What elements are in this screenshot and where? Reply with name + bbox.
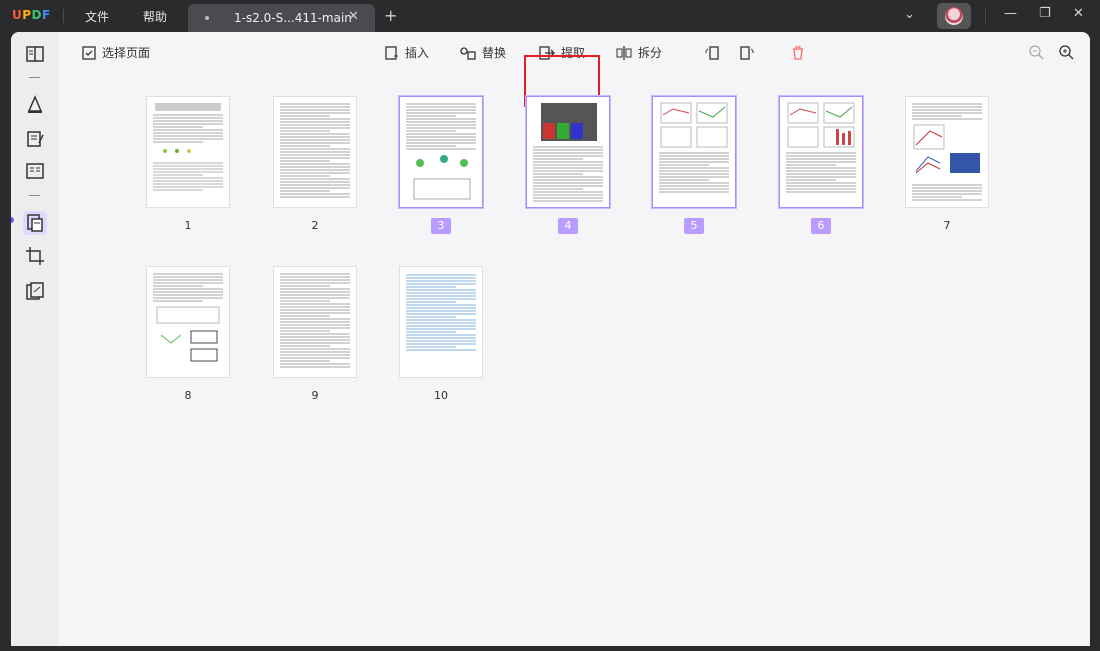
page-number-label: 7 xyxy=(943,219,951,232)
tab-close-icon[interactable]: ✕ xyxy=(348,9,359,24)
menu-help[interactable]: 帮助 xyxy=(143,8,167,25)
left-sidebar xyxy=(11,32,59,646)
select-pages-label: 选择页面 xyxy=(102,46,151,60)
comment-icon[interactable] xyxy=(25,94,45,114)
rotate-right-icon[interactable] xyxy=(739,45,755,61)
select-pages-button[interactable]: 选择页面 xyxy=(82,44,150,61)
page-number-label: 6 xyxy=(811,218,831,234)
zoom-out-icon[interactable] xyxy=(1028,44,1044,60)
zoom-in-icon[interactable] xyxy=(1058,44,1074,60)
insert-button[interactable]: 插入 xyxy=(385,44,429,61)
page-number-label: 5 xyxy=(684,218,704,234)
tools-icon[interactable] xyxy=(25,281,45,301)
page-thumbnail[interactable] xyxy=(273,96,357,208)
form-icon[interactable] xyxy=(25,161,45,181)
page-preview-image xyxy=(912,103,982,201)
page-thumbnail[interactable] xyxy=(779,96,863,208)
crop-icon[interactable] xyxy=(25,246,45,266)
divider xyxy=(985,9,986,23)
replace-icon xyxy=(460,46,476,60)
menu-file[interactable]: 文件 xyxy=(85,8,109,25)
chevron-down-icon[interactable]: ⌄ xyxy=(904,7,915,22)
page-thumbnail[interactable] xyxy=(146,96,230,208)
close-window-icon[interactable]: ✕ xyxy=(1073,6,1084,21)
page-preview-image xyxy=(280,103,350,198)
split-button[interactable]: 拆分 xyxy=(616,44,662,61)
new-tab-button[interactable]: + xyxy=(384,6,397,25)
tab-title: 1-s2.0-S...411-main xyxy=(234,11,352,25)
page-preview-image xyxy=(786,102,856,193)
replace-button[interactable]: 替换 xyxy=(460,44,506,61)
organize-pages-icon[interactable] xyxy=(25,213,45,233)
title-bar: UPDF 文件 帮助 1-s2.0-S...411-main ✕ + ⌄ — ❐… xyxy=(0,0,1100,32)
split-icon xyxy=(616,45,632,60)
page-number-label: 3 xyxy=(431,218,451,234)
page-number-label: 2 xyxy=(311,219,319,232)
edit-icon[interactable] xyxy=(25,129,45,149)
page-preview-image xyxy=(153,103,223,191)
document-tab[interactable]: 1-s2.0-S...411-main ✕ xyxy=(188,4,375,32)
avatar[interactable] xyxy=(937,3,971,29)
page-number-label: 8 xyxy=(184,389,192,402)
page-thumbnail[interactable] xyxy=(273,266,357,378)
divider xyxy=(63,9,64,23)
page-preview-image xyxy=(406,274,476,351)
active-indicator xyxy=(11,217,14,223)
rotate-left-icon[interactable] xyxy=(704,45,720,61)
page-thumbnail[interactable] xyxy=(652,96,736,208)
page-preview-image xyxy=(280,273,350,368)
page-thumbnail[interactable] xyxy=(526,96,610,208)
tab-dot-icon xyxy=(205,16,209,20)
minimize-icon[interactable]: — xyxy=(1004,6,1017,21)
page-preview-image xyxy=(406,103,476,200)
app-logo: UPDF xyxy=(12,8,51,22)
delete-icon[interactable] xyxy=(790,45,806,61)
page-preview-image xyxy=(153,273,223,362)
insert-label: 插入 xyxy=(405,46,430,60)
main-window: 选择页面 插入 替换 提取 拆分 1 2 3 4 5 6 7 8 9 10 xyxy=(11,32,1090,646)
page-thumbnail[interactable] xyxy=(399,96,483,208)
page-number-label: 9 xyxy=(311,389,319,402)
page-thumbnail[interactable] xyxy=(399,266,483,378)
page-preview-image xyxy=(533,103,603,202)
page-thumbnail[interactable] xyxy=(146,266,230,378)
divider xyxy=(29,195,40,196)
page-number-label: 1 xyxy=(184,219,192,232)
split-label: 拆分 xyxy=(638,46,663,60)
insert-icon xyxy=(385,45,398,60)
page-preview-image xyxy=(659,102,729,193)
replace-label: 替换 xyxy=(482,46,507,60)
page-number-label: 10 xyxy=(434,389,448,402)
page-number-label: 4 xyxy=(558,218,578,234)
divider xyxy=(29,77,40,78)
restore-icon[interactable]: ❐ xyxy=(1039,6,1051,21)
select-pages-icon xyxy=(82,45,96,60)
reader-icon[interactable] xyxy=(25,44,45,64)
page-thumbnail[interactable] xyxy=(905,96,989,208)
